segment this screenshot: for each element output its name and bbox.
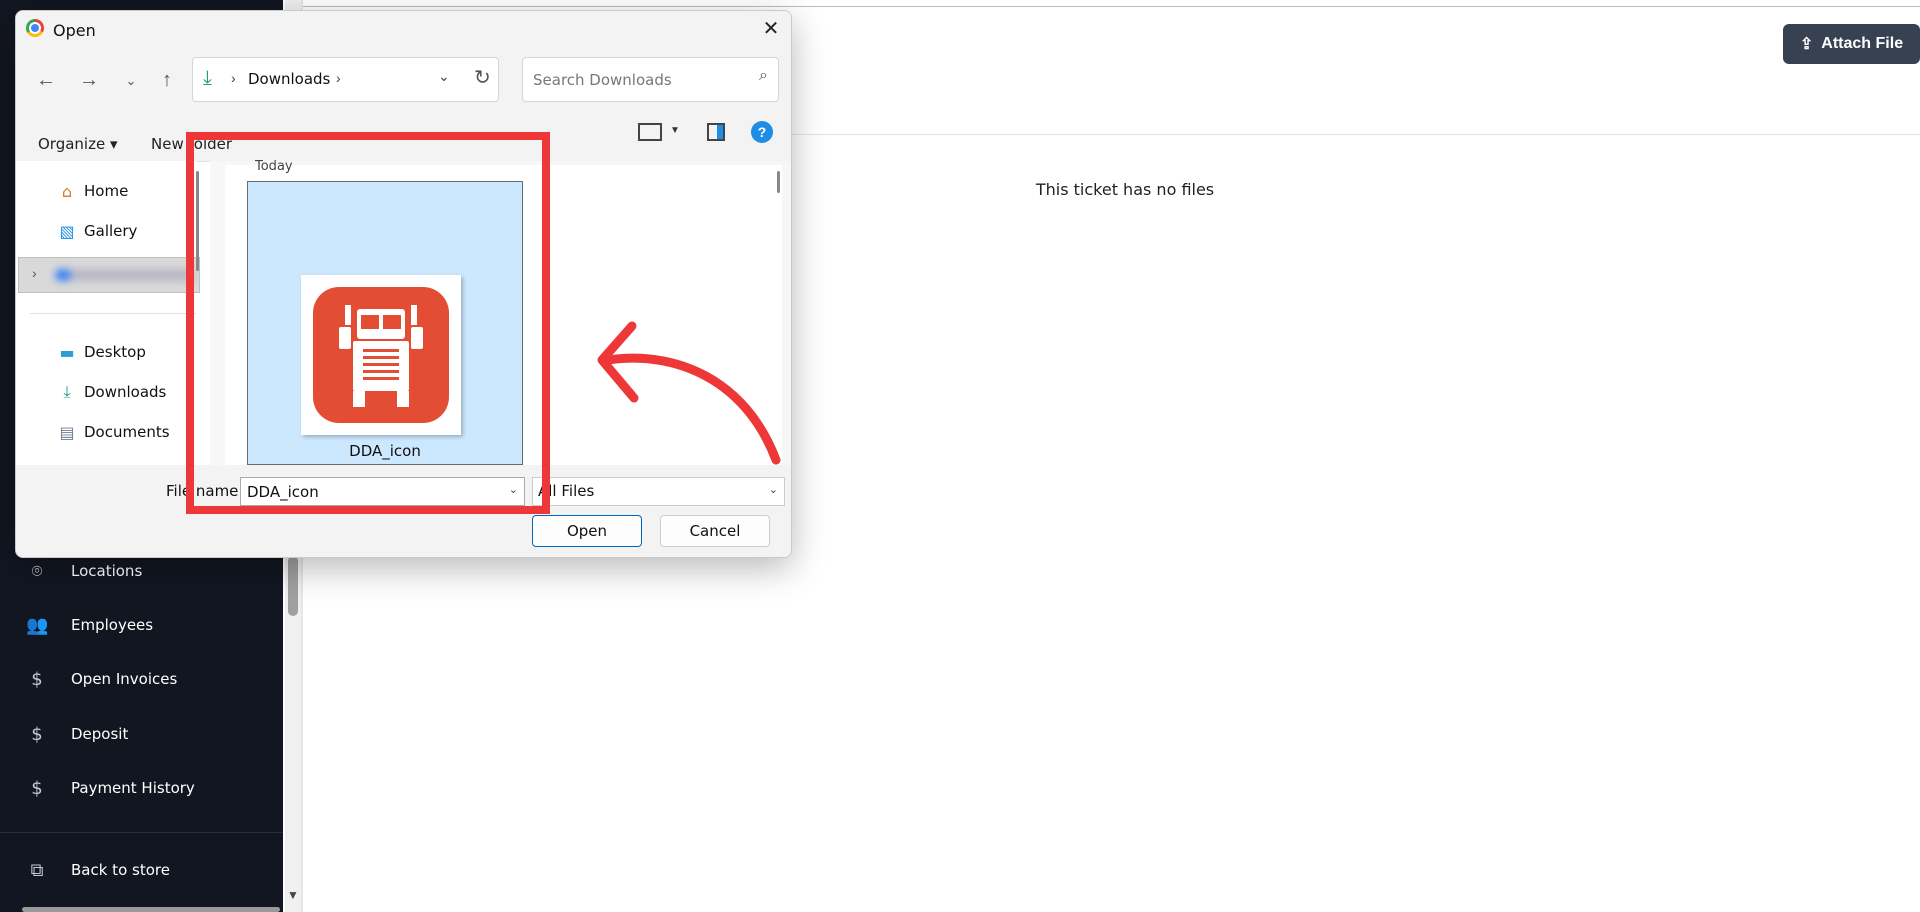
annotation-arrow-icon: [597, 321, 781, 465]
address-bar[interactable]: ⤓ › Downloads › ⌄ ↻: [192, 57, 499, 102]
sidebar-item-label: Locations: [71, 562, 143, 580]
organize-button[interactable]: Organize ▾: [38, 135, 118, 153]
users-icon: 👥: [26, 614, 49, 636]
organize-label: Organize: [38, 135, 106, 153]
cancel-button[interactable]: Cancel: [660, 515, 770, 547]
nav-item-downloads[interactable]: ⤓ Downloads: [56, 377, 201, 407]
chevron-down-icon[interactable]: ⌄: [438, 68, 450, 85]
back-arrow-icon[interactable]: ←: [34, 69, 58, 92]
view-options-icon[interactable]: [638, 123, 662, 141]
empty-files-message: This ticket has no files: [1035, 180, 1215, 199]
sidebar-item-open-invoices[interactable]: $ Open Invoices: [0, 659, 280, 699]
sidebar-item-payment-history[interactable]: $ Payment History: [0, 768, 280, 808]
search-input[interactable]: [531, 70, 735, 90]
documents-icon: ▤: [59, 422, 75, 442]
attach-file-label: Attach File: [1821, 35, 1904, 52]
sidebar-item-back-to-store[interactable]: ⧉ Back to store: [0, 850, 280, 890]
help-icon[interactable]: ?: [751, 121, 773, 143]
download-icon: ⤓: [203, 67, 212, 89]
desktop-icon: ▬: [59, 342, 75, 362]
external-link-icon: ⧉: [30, 859, 44, 881]
gallery-icon: ▧: [59, 221, 75, 241]
chevron-down-icon[interactable]: ▼: [670, 125, 680, 136]
file-list-scroll-thumb[interactable]: [777, 171, 780, 193]
dollar-icon: $: [31, 723, 43, 745]
nav-item-home[interactable]: ⌂ Home: [56, 176, 201, 206]
dialog-title: Open: [53, 21, 96, 40]
sidebar-item-label: Back to store: [71, 861, 170, 879]
nav-item-label: Desktop: [84, 343, 146, 361]
breadcrumb-chevron-icon[interactable]: ›: [336, 70, 341, 86]
nav-item-label: Downloads: [84, 383, 167, 401]
home-icon: ⌂: [61, 181, 73, 201]
nav-item-label: Documents: [84, 423, 170, 441]
breadcrumb-chevron-icon[interactable]: ›: [231, 70, 236, 86]
map-pin-icon: ⌾: [31, 560, 43, 582]
sidebar-item-label: Open Invoices: [71, 670, 178, 688]
search-icon[interactable]: ⌕: [759, 67, 768, 85]
nav-divider: [30, 313, 196, 314]
blurred-label: [55, 269, 195, 281]
download-icon: ⤓: [63, 382, 71, 401]
sidebar-divider: [0, 832, 283, 833]
sidebar-item-label: Employees: [71, 616, 154, 634]
close-icon[interactable]: ✕: [756, 15, 786, 43]
dollar-icon: $: [31, 777, 43, 799]
nav-item-gallery[interactable]: ▧ Gallery: [56, 216, 201, 246]
nav-item-desktop[interactable]: ▬ Desktop: [56, 337, 201, 367]
chevron-down-icon[interactable]: ⌄: [769, 483, 778, 496]
navigation-pane: ⌂ Home ▧ Gallery › ▬ Desktop ⤓ Downloads…: [16, 161, 200, 465]
dialog-titlebar[interactable]: Open ✕: [16, 11, 791, 47]
forward-arrow-icon[interactable]: →: [77, 69, 101, 92]
nav-item-documents[interactable]: ▤ Documents: [56, 417, 201, 447]
chevron-right-icon[interactable]: ›: [32, 265, 37, 281]
search-box[interactable]: ⌕: [522, 57, 779, 102]
attach-file-button[interactable]: ⇪ Attach File: [1783, 24, 1920, 64]
nav-item-onedrive-blurred[interactable]: ›: [18, 257, 200, 293]
sidebar-item-deposit[interactable]: $ Deposit: [0, 714, 280, 754]
dollar-icon: $: [31, 668, 43, 690]
upload-icon: ⇪: [1799, 36, 1814, 53]
up-arrow-icon[interactable]: ↑: [155, 69, 179, 92]
sidebar-item-label: Deposit: [71, 725, 129, 743]
horizontal-scroll-thumb[interactable]: [22, 907, 280, 912]
file-type-select[interactable]: All Files ⌄: [532, 477, 785, 506]
recent-locations-chevron-icon[interactable]: ⌄: [119, 73, 143, 89]
top-divider: [303, 6, 1920, 7]
sidebar-item-label: Payment History: [71, 779, 195, 797]
refresh-icon[interactable]: ↻: [474, 65, 491, 90]
open-button[interactable]: Open: [532, 515, 642, 547]
nav-item-label: Gallery: [84, 222, 138, 240]
preview-pane-icon[interactable]: [707, 123, 725, 141]
chrome-icon: [26, 19, 44, 37]
scroll-down-arrow-icon[interactable]: ▼: [286, 888, 300, 902]
annotation-highlight-box: [186, 132, 550, 514]
breadcrumb-downloads[interactable]: Downloads: [248, 70, 330, 88]
sidebar-scroll-thumb[interactable]: [288, 556, 298, 616]
sidebar-item-employees[interactable]: 👥 Employees: [0, 605, 280, 645]
nav-item-label: Home: [84, 182, 129, 200]
